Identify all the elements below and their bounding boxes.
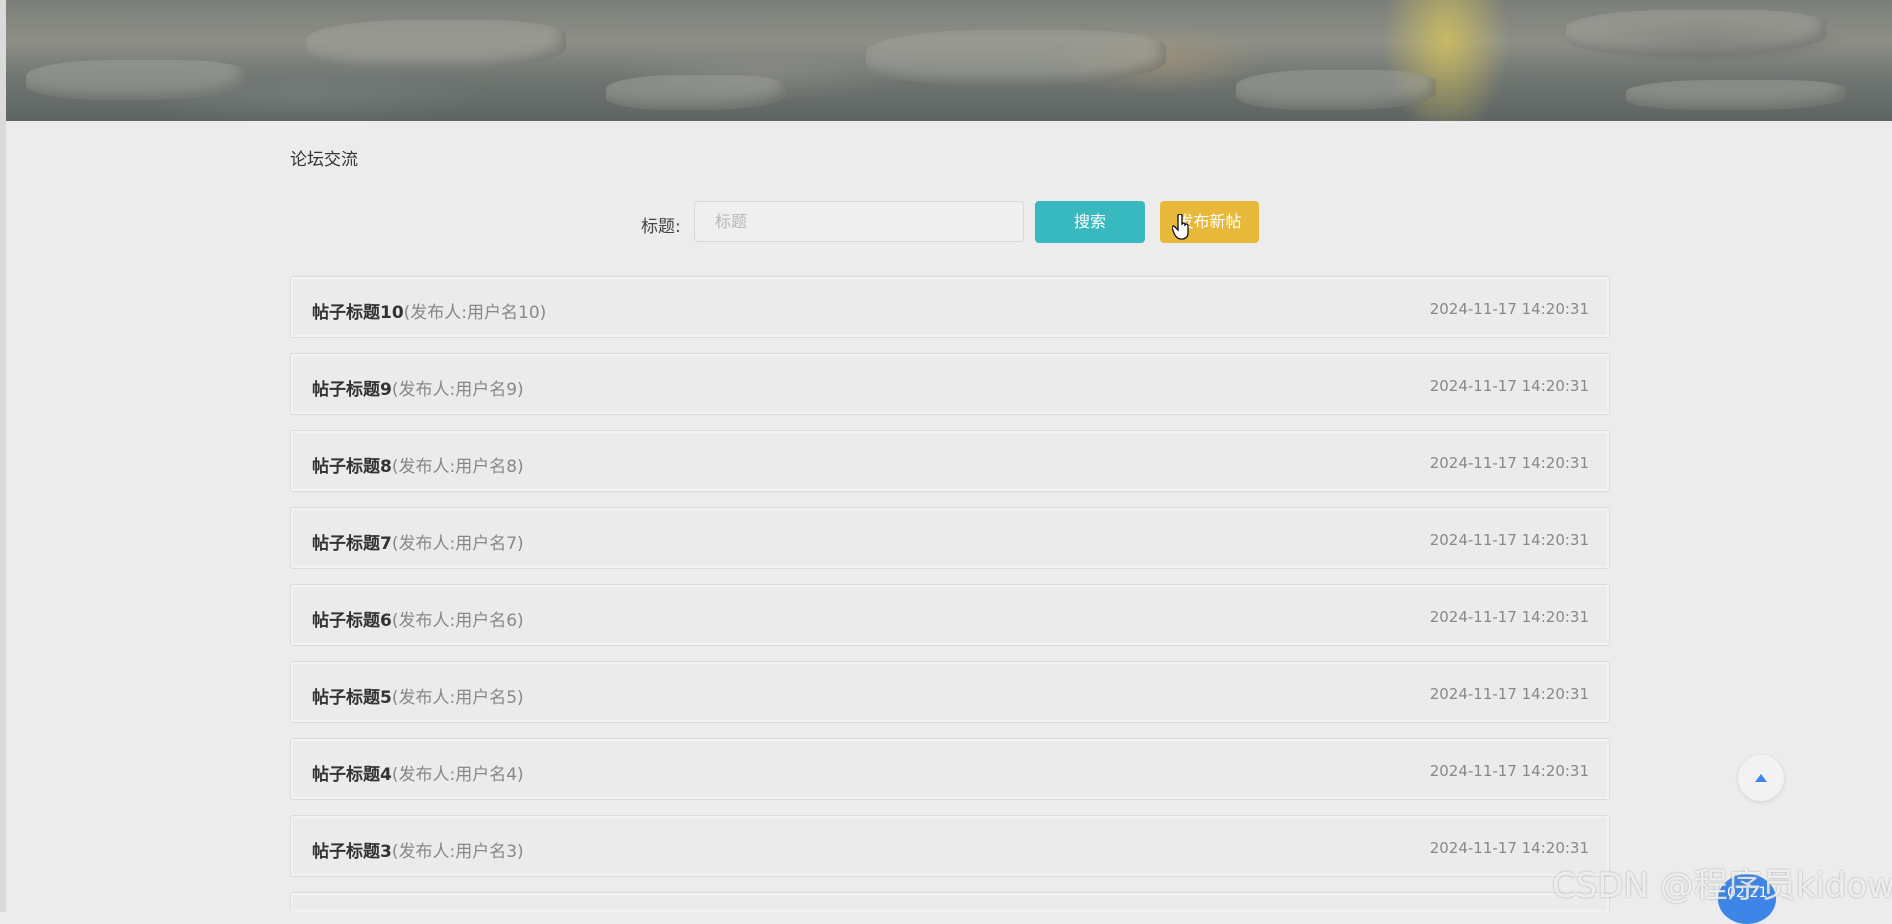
post-time: 2024-11-17 14:20:31 <box>1429 454 1589 472</box>
watermark: CSDN @程序员kidow <box>1552 866 1892 906</box>
banner-rock <box>306 20 566 70</box>
page-left-edge <box>0 0 6 912</box>
post-author: (发布人:用户名8) <box>391 457 524 477</box>
post-author: (发布人:用户名9) <box>391 380 524 400</box>
post-title[interactable]: 帖子标题5(发布人:用户名5) <box>312 683 524 708</box>
search-button[interactable]: 搜索 <box>1035 201 1145 243</box>
post-title-text: 帖子标题10 <box>312 303 404 323</box>
post-item[interactable]: 帖子标题6(发布人:用户名6) 2024-11-17 14:20:31 <box>290 584 1610 646</box>
post-author: (发布人:用户名5) <box>391 688 524 708</box>
post-title-text: 帖子标题3 <box>312 842 392 862</box>
hand-pointer-icon <box>1172 214 1189 240</box>
banner-rock <box>26 60 246 100</box>
banner-rock <box>1566 10 1826 55</box>
post-time: 2024-11-17 14:20:31 <box>1429 300 1589 318</box>
post-author: (发布人:用户名7) <box>391 534 524 554</box>
search-label: 标题: <box>641 217 681 237</box>
post-time: 2024-11-17 14:20:31 <box>1429 608 1589 626</box>
post-title-text: 帖子标题6 <box>312 611 392 631</box>
post-item[interactable]: 帖子标题7(发布人:用户名7) 2024-11-17 14:20:31 <box>290 507 1610 569</box>
post-item[interactable]: 帖子标题5(发布人:用户名5) 2024-11-17 14:20:31 <box>290 661 1610 723</box>
search-input[interactable] <box>694 201 1024 242</box>
banner-rock <box>866 30 1166 85</box>
post-title-text: 帖子标题7 <box>312 534 392 554</box>
post-title-text: 帖子标题5 <box>312 688 392 708</box>
post-title[interactable]: 帖子标题8(发布人:用户名8) <box>312 452 524 477</box>
banner-rock <box>1626 80 1846 110</box>
post-author: (发布人:用户名10) <box>403 303 547 323</box>
post-item[interactable]: 帖子标题4(发布人:用户名4) 2024-11-17 14:20:31 <box>290 738 1610 800</box>
post-item-partial[interactable] <box>290 892 1610 912</box>
post-title-text: 帖子标题4 <box>312 765 392 785</box>
banner-image <box>6 0 1892 121</box>
post-time: 2024-11-17 14:20:31 <box>1429 762 1589 780</box>
banner-rock <box>606 75 786 110</box>
page-title: 论坛交流 <box>290 150 358 170</box>
post-item[interactable]: 帖子标题3(发布人:用户名3) 2024-11-17 14:20:31 <box>290 815 1610 877</box>
post-item[interactable]: 帖子标题10(发布人:用户名10) 2024-11-17 14:20:31 <box>290 276 1610 338</box>
post-title[interactable]: 帖子标题6(发布人:用户名6) <box>312 606 524 631</box>
post-time: 2024-11-17 14:20:31 <box>1429 839 1589 857</box>
back-to-top-button[interactable] <box>1738 755 1784 801</box>
post-title[interactable]: 帖子标题7(发布人:用户名7) <box>312 529 524 554</box>
arrow-up-icon <box>1755 774 1767 782</box>
post-title[interactable]: 帖子标题9(发布人:用户名9) <box>312 375 524 400</box>
post-title[interactable]: 帖子标题3(发布人:用户名3) <box>312 837 524 862</box>
post-author: (发布人:用户名3) <box>391 842 524 862</box>
post-item[interactable]: 帖子标题8(发布人:用户名8) 2024-11-17 14:20:31 <box>290 430 1610 492</box>
post-title-text: 帖子标题8 <box>312 457 392 477</box>
banner-rock <box>1236 70 1436 110</box>
post-time: 2024-11-17 14:20:31 <box>1429 531 1589 549</box>
post-author: (发布人:用户名6) <box>391 611 524 631</box>
post-time: 2024-11-17 14:20:31 <box>1429 685 1589 703</box>
post-title[interactable]: 帖子标题4(发布人:用户名4) <box>312 760 524 785</box>
post-item[interactable]: 帖子标题9(发布人:用户名9) 2024-11-17 14:20:31 <box>290 353 1610 415</box>
post-title[interactable]: 帖子标题10(发布人:用户名10) <box>312 298 546 323</box>
post-time: 2024-11-17 14:20:31 <box>1429 377 1589 395</box>
post-title-text: 帖子标题9 <box>312 380 392 400</box>
post-author: (发布人:用户名4) <box>391 765 524 785</box>
